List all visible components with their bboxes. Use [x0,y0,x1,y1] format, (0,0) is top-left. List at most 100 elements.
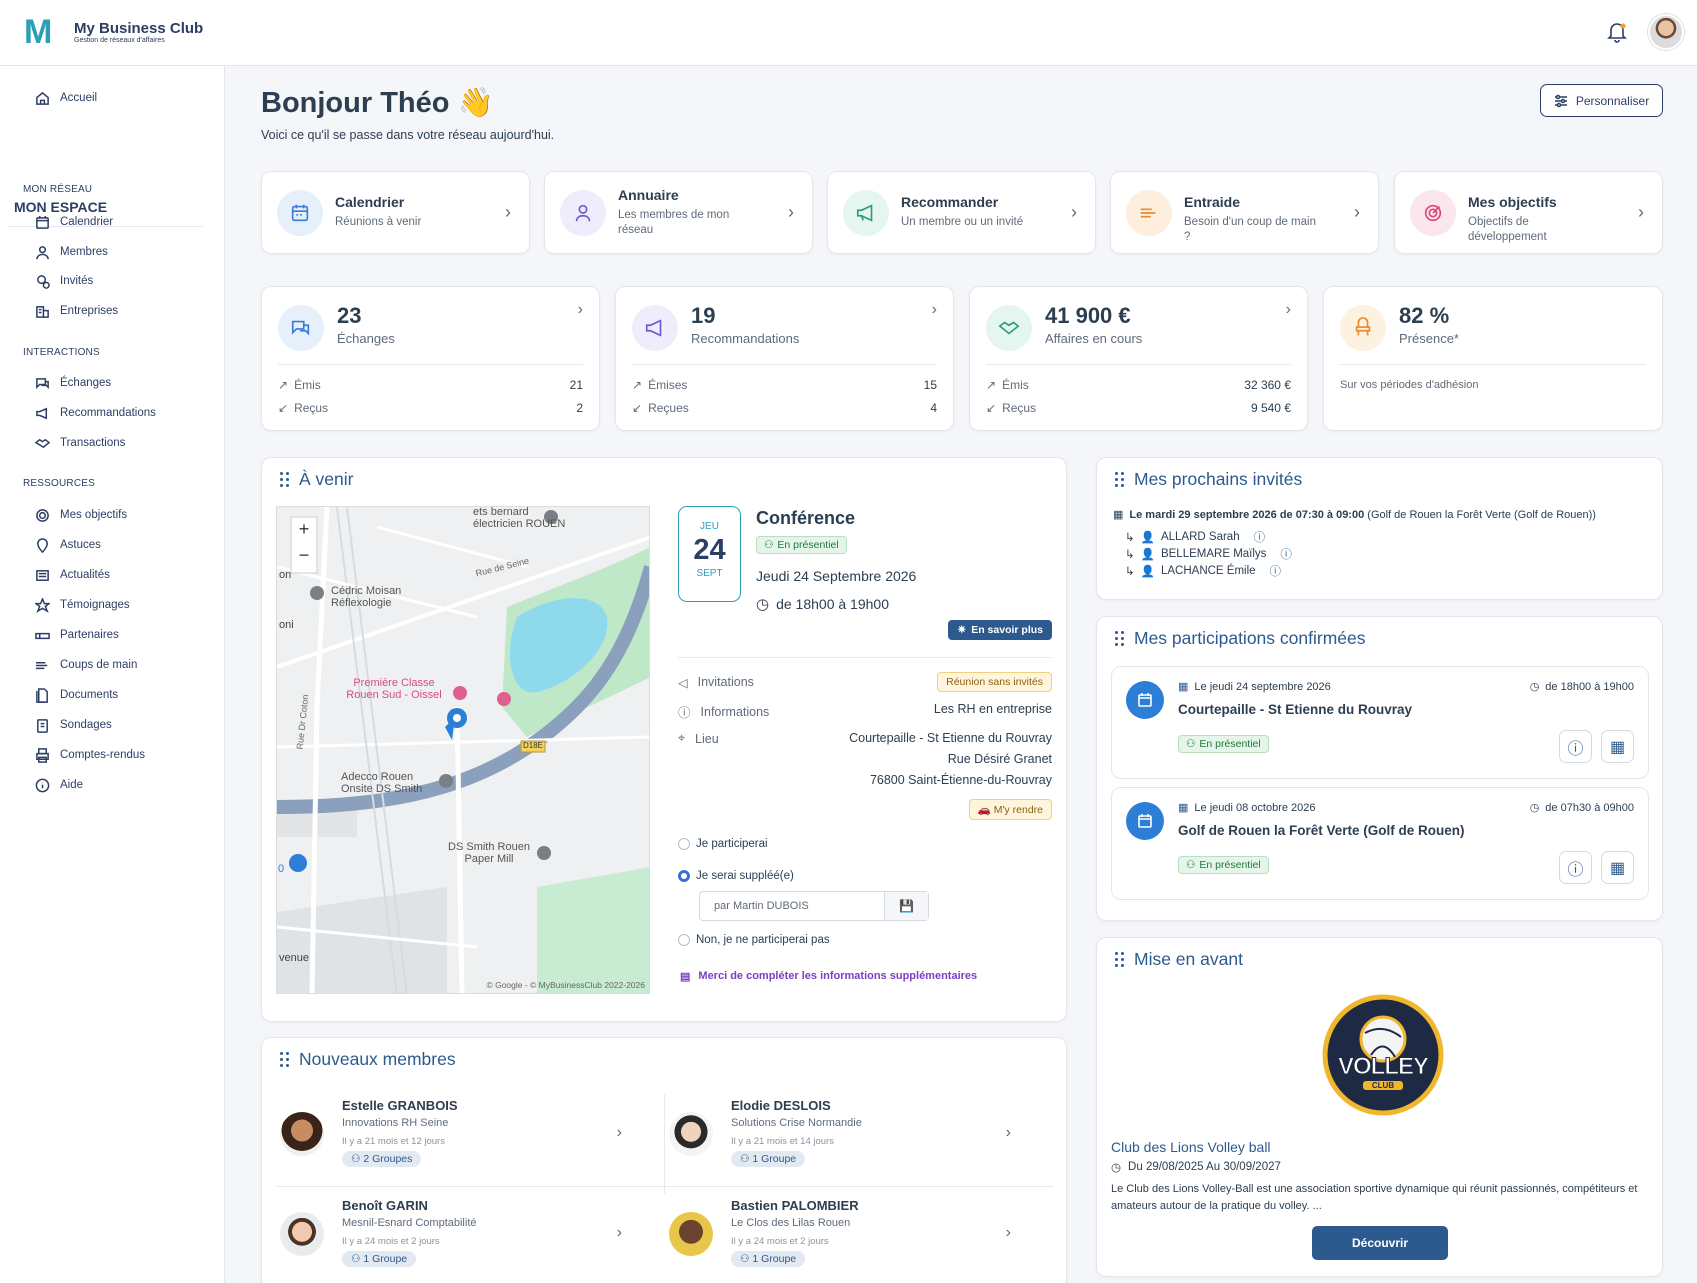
stat-card-business[interactable]: 41 900 € Affaires en cours › ↗ Émis 32 360… [969,286,1308,431]
quick-card-mutual-aid[interactable]: Entraide Besoin d'un coup de main ? › [1110,171,1379,254]
sidebar-item-news[interactable]: Actualités [34,567,110,583]
sidebar-item-label: Échanges [60,377,112,389]
chevron-right-icon: › [505,202,511,222]
quick-card-subtitle: Besoin d'un coup de main ? [1184,216,1316,243]
sidebar-item-label: Aide [60,779,84,791]
guest-item[interactable]: ↳ 👤 LACHANCE Émile ⓘ [1125,563,1281,579]
customize-label: Personnaliser [1575,93,1650,108]
upcoming-panel: À venir + − ets bernard électricien ROUE… [261,457,1067,1022]
rsvp-no[interactable]: Non, je ne participerai pas [678,934,830,946]
calendar-add-button[interactable]: ▦ [1601,851,1634,884]
substitute-field[interactable]: par Martin DUBOIS 💾 [699,891,929,921]
info-button[interactable]: ⓘ [1559,730,1592,763]
map-label: 0 [278,863,285,875]
sidebar-item-partners[interactable]: Partenaires [34,627,119,643]
rsvp-yes[interactable]: Je participerai [678,838,768,850]
sidebar-item-label: Coups de main [60,659,138,671]
learn-more-button[interactable]: ✷ En savoir plus [948,620,1052,640]
featured-name[interactable]: Club des Lions Volley ball [1111,1139,1271,1155]
quick-card-recommend[interactable]: Recommander Un membre ou un invité › [827,171,1096,254]
sidebar-item-exchanges[interactable]: Échanges [34,375,111,391]
chevron-right-icon: › [577,301,583,318]
sidebar-item-recommendations[interactable]: Recommandations [34,405,156,421]
complete-info-link[interactable]: ▤ Merci de compléter les informations sup… [680,970,977,983]
rsvp-substitute[interactable]: Je serai suppléé(e) [678,870,794,882]
hand-icon [34,657,50,673]
member-name: Bastien PALOMBIER [731,1198,859,1213]
notification-bell-icon[interactable] [1605,20,1629,44]
member-company: Innovations RH Seine [342,1117,449,1129]
target-icon [1410,190,1456,236]
user-avatar[interactable] [1648,14,1684,50]
save-icon[interactable]: 💾 [884,892,928,920]
sidebar-item-transactions[interactable]: Transactions [34,435,125,451]
drag-handle-icon[interactable] [1115,631,1124,646]
sidebar-item-surveys[interactable]: Sondages [34,717,112,733]
calendar-add-button[interactable]: ▦ [1601,730,1634,763]
member-card[interactable]: Bastien PALOMBIER Le Clos des Lilas Roue… [651,1186,1031,1283]
quick-card-objectives[interactable]: Mes objectifs Objectifs de développement… [1394,171,1663,254]
info-button[interactable]: ⓘ [1559,851,1592,884]
calendar-icon: ▦ [1178,802,1189,814]
sidebar-item-label: Astuces [60,539,101,551]
avatar [280,1112,324,1156]
participation-card[interactable]: ▦ Le jeudi 24 septembre 2026 ◷ de 18h00 à … [1111,666,1649,779]
quick-card-calendar[interactable]: Calendrier Réunions à venir › [261,171,530,254]
sidebar-item-calendar[interactable]: Calendrier [34,214,113,230]
participation-card[interactable]: ▦ Le jeudi 08 octobre 2026 ◷ de 07h30 à 09… [1111,787,1649,900]
stat-card-recommendations[interactable]: 19 Recommandations › ↗ Émises 15 ↙ Reçues 4 [615,286,954,431]
guest-item[interactable]: ↳ 👤 ALLARD Sarah ⓘ [1125,529,1265,545]
sidebar-item-help[interactable]: Aide [34,777,83,793]
sidebar-item-helping-hands[interactable]: Coups de main [34,657,137,673]
pin-icon: ⌖ [678,731,686,745]
sidebar-item-companies[interactable]: Entreprises [34,303,118,319]
zoom-in-button[interactable]: + [291,519,317,545]
location-city: 76800 Saint-Étienne-du-Rouvray [869,773,1052,787]
member-name: Estelle GRANBOIS [342,1098,458,1113]
featured-description: Le Club des Lions Volley-Ball est une as… [1111,1183,1638,1212]
drag-handle-icon[interactable] [1115,472,1124,487]
chevron-right-icon: › [1285,301,1291,318]
zoom-out-button[interactable]: − [291,545,317,571]
sidebar-item-home[interactable]: Accueil [34,90,97,106]
logo-mark-icon: M [24,13,53,51]
customize-button[interactable]: Personnaliser [1540,84,1663,117]
handshake-icon [1126,190,1172,236]
sidebar-item-guests[interactable]: Invités [34,273,93,289]
member-card[interactable]: Estelle GRANBOIS Innovations RH Seine Il… [262,1086,642,1186]
directions-button[interactable]: 🚗 M'y rendre [968,799,1052,820]
map-label: oni [279,619,294,631]
avatar [669,1112,713,1156]
handshake-icon [986,305,1032,351]
info-icon [34,777,50,793]
quick-card-directory[interactable]: Annuaire Les membres de mon réseau › [544,171,813,254]
sidebar-item-members[interactable]: Membres [34,244,108,260]
sidebar-item-documents[interactable]: Documents [34,687,118,703]
group-icon: ⚇ [351,1253,364,1265]
event-date-badge: JEU 24 SEPT [678,506,741,602]
member-icon [34,244,50,260]
member-company: Mesnil-Esnard Comptabilité [342,1217,477,1229]
sidebar-item-tips[interactable]: Astuces [34,537,101,553]
sidebar-item-reports[interactable]: Comptes-rendus [34,747,145,763]
drag-handle-icon[interactable] [280,472,289,487]
person-icon: 👤 [1140,566,1155,578]
guest-item[interactable]: ↳ 👤 BELLEMARE Maïlys ⓘ [1125,546,1292,562]
group-icon: ⚇ [351,1153,364,1165]
drag-handle-icon[interactable] [1115,952,1124,967]
drag-handle-icon[interactable] [280,1052,289,1067]
sidebar-item-testimonials[interactable]: Témoignages [34,597,130,613]
stat-label: Présence* [1399,331,1459,346]
stat-value: 41 900 € [1045,303,1131,328]
member-card[interactable]: Elodie DESLOIS Solutions Crise Normandie… [651,1086,1031,1186]
member-name: Elodie DESLOIS [731,1098,831,1113]
chevron-right-icon: › [616,1124,622,1141]
member-card[interactable]: Benoît GARIN Mesnil-Esnard Comptabilité … [262,1186,642,1283]
document-icon [34,687,50,703]
brand-logo[interactable]: M My Business Club Gestion de réseaux d'… [24,14,203,50]
stat-row-sent: ↗ Émises 15 [632,378,937,392]
event-map[interactable]: + − ets bernard électricien ROUEN Cédric… [276,506,650,994]
discover-button[interactable]: Découvrir [1312,1226,1448,1260]
stat-card-exchanges[interactable]: 23 Échanges › ↗ Émis 21 ↙ Reçus 2 [261,286,600,431]
sidebar-item-objectives[interactable]: Mes objectifs [34,507,127,523]
